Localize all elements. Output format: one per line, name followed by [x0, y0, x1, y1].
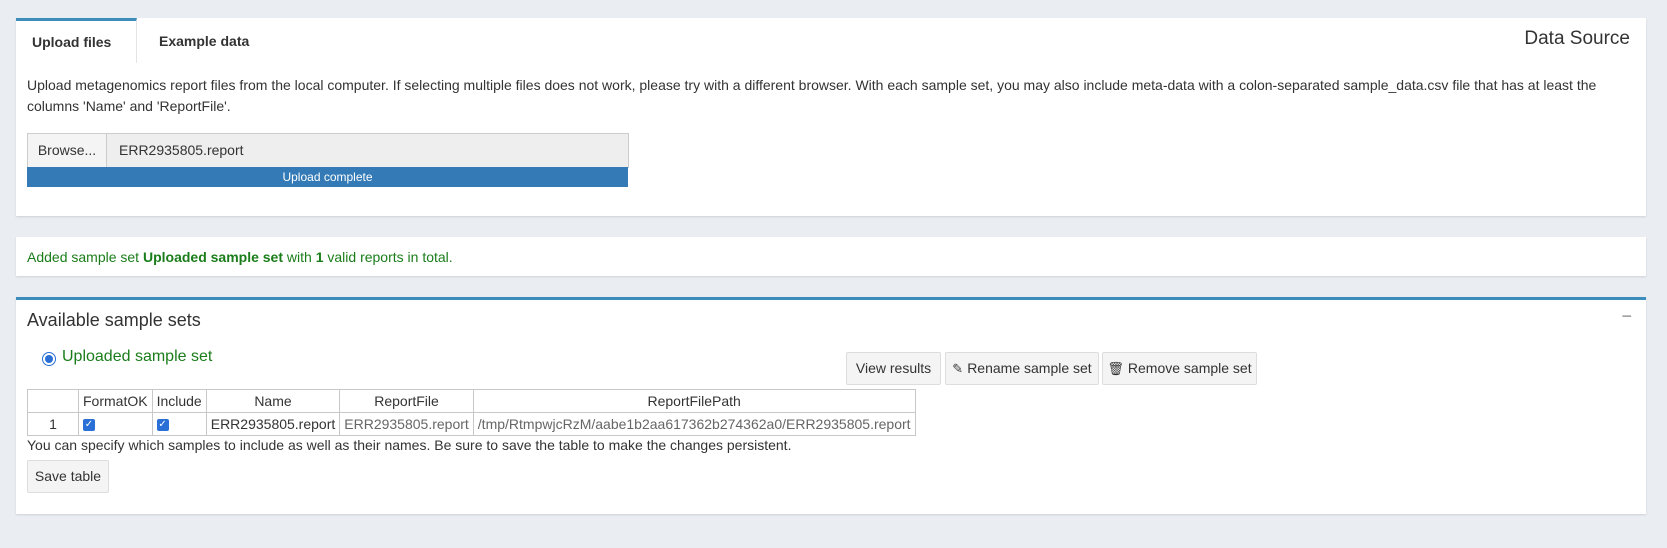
- include-cell: ✓: [151, 412, 207, 436]
- panel-title: Available sample sets: [27, 310, 201, 330]
- header-reportfilepath[interactable]: ReportFilePath: [472, 389, 916, 413]
- reportfile-cell: ERR2935805.report: [339, 412, 474, 436]
- radio-label: Uploaded sample set: [62, 348, 213, 365]
- file-input-group: Browse... ERR2935805.report: [27, 133, 629, 168]
- file-name-field[interactable]: ERR2935805.report: [107, 134, 628, 167]
- row-index: 1: [27, 412, 79, 436]
- pencil-icon: ✎: [952, 361, 964, 376]
- reportfilepath-cell: /tmp/RtmpwjcRzM/aabe1b2aa617362b274362a0…: [472, 412, 916, 436]
- browse-button[interactable]: Browse...: [28, 134, 107, 167]
- view-results-label: View results: [855, 360, 932, 376]
- rename-sample-set-button[interactable]: ✎ Rename sample set: [945, 352, 1099, 385]
- table-header-row: FormatOK Include Name ReportFile ReportF…: [27, 389, 916, 413]
- table-help-text: You can specify which samples to include…: [27, 437, 792, 453]
- status-message: Added sample set Uploaded sample set wit…: [27, 249, 453, 265]
- message-set-name: Uploaded sample set: [142, 249, 284, 265]
- name-cell[interactable]: ERR2935805.report: [205, 412, 341, 436]
- upload-progress-bar: Upload complete: [27, 167, 628, 187]
- data-source-panel: Upload files Example data Data Source Up…: [16, 18, 1646, 216]
- save-table-button[interactable]: Save table: [27, 460, 109, 493]
- upload-description: Upload metagenomics report files from th…: [27, 77, 1597, 114]
- status-message-panel: Added sample set Uploaded sample set wit…: [16, 237, 1646, 276]
- formatok-cell: ✓: [78, 412, 153, 436]
- remove-sample-set-button[interactable]: 🗑 Remove sample set: [1102, 352, 1257, 385]
- message-count: 1: [315, 249, 324, 265]
- include-checkbox[interactable]: ✓: [156, 419, 169, 432]
- view-results-button[interactable]: View results: [846, 352, 941, 385]
- header-index: [27, 389, 79, 413]
- header-include[interactable]: Include: [151, 389, 207, 413]
- header-reportfile[interactable]: ReportFile: [339, 389, 474, 413]
- formatok-checkbox[interactable]: ✓: [83, 419, 95, 432]
- trash-icon: 🗑: [1107, 361, 1124, 376]
- tab-example-data[interactable]: Example data: [144, 18, 269, 63]
- remove-label: Remove sample set: [1127, 360, 1252, 376]
- collapse-button[interactable]: −: [1621, 306, 1632, 327]
- message-suffix: valid reports in total.: [323, 249, 453, 265]
- table-row: 1 ✓ ✓ ERR2935805.report ERR2935805.repor…: [27, 412, 916, 436]
- header-formatok[interactable]: FormatOK: [78, 389, 153, 413]
- tab-upload-files[interactable]: Upload files: [16, 18, 137, 63]
- message-middle: with: [283, 249, 316, 265]
- radio-button[interactable]: [42, 352, 56, 366]
- sample-table: FormatOK Include Name ReportFile ReportF…: [27, 389, 916, 436]
- rename-label: Rename sample set: [967, 360, 1092, 376]
- header-name[interactable]: Name: [205, 389, 341, 413]
- message-prefix: Added sample set: [27, 249, 143, 265]
- panel-title: Data Source: [1524, 28, 1630, 49]
- available-sample-sets-panel: Available sample sets − Uploaded sample …: [16, 297, 1646, 514]
